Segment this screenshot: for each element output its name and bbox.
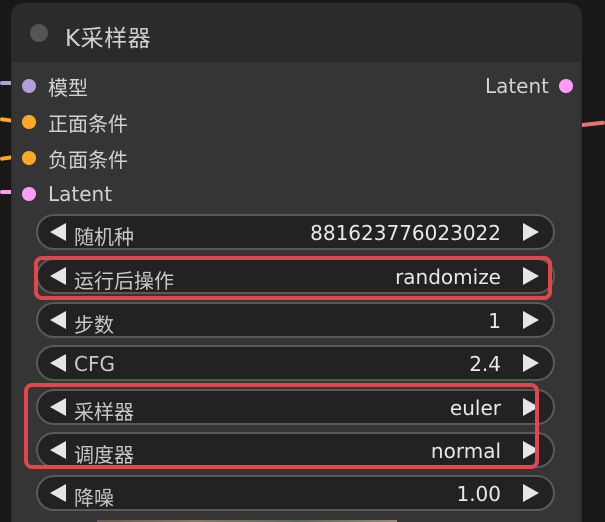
collapse-toggle[interactable] bbox=[30, 24, 48, 42]
widget-cfg[interactable]: CFG 2.4 bbox=[36, 345, 555, 381]
output-label-latent: Latent bbox=[484, 74, 549, 98]
widget-steps[interactable]: 步数 1 bbox=[36, 302, 555, 338]
increment-arrow-icon[interactable] bbox=[523, 223, 539, 241]
slot-dot-icon[interactable] bbox=[22, 79, 36, 93]
decrement-arrow-icon[interactable] bbox=[50, 311, 66, 329]
decrement-arrow-icon[interactable] bbox=[50, 354, 66, 372]
increment-arrow-icon[interactable] bbox=[523, 354, 539, 372]
input-label-negative: 负面条件 bbox=[48, 147, 128, 172]
node-title: K采样器 bbox=[65, 26, 152, 52]
widget-value[interactable]: 1 bbox=[488, 309, 501, 333]
input-label-latent: Latent bbox=[48, 182, 113, 206]
input-slot-negative[interactable]: 负面条件 bbox=[22, 143, 128, 173]
input-label-positive: 正面条件 bbox=[48, 111, 128, 136]
input-label-model: 模型 bbox=[48, 75, 88, 100]
decrement-arrow-icon[interactable] bbox=[50, 484, 66, 502]
input-slot-positive[interactable]: 正面条件 bbox=[22, 107, 128, 137]
widget-label: 随机种 bbox=[74, 225, 134, 249]
widget-label: 降噪 bbox=[74, 486, 114, 510]
increment-arrow-icon[interactable] bbox=[523, 311, 539, 329]
highlight-box-sampler-scheduler bbox=[24, 383, 539, 469]
widget-denoise[interactable]: 降噪 1.00 bbox=[36, 475, 555, 511]
input-slot-latent[interactable]: Latent bbox=[22, 179, 112, 209]
output-slot-latent[interactable]: Latent bbox=[485, 71, 573, 101]
slot-dot-icon[interactable] bbox=[22, 151, 36, 165]
slot-dot-icon[interactable] bbox=[559, 79, 573, 93]
widget-label: 步数 bbox=[74, 313, 114, 337]
increment-arrow-icon[interactable] bbox=[523, 484, 539, 502]
slot-dot-icon[interactable] bbox=[22, 115, 36, 129]
graph-canvas[interactable]: K采样器 模型 正面条件 负面条件 Latent Latent 随机种 8816… bbox=[0, 0, 605, 522]
slot-dot-icon[interactable] bbox=[22, 187, 36, 201]
input-slot-model[interactable]: 模型 bbox=[22, 71, 88, 101]
wire-latent-out bbox=[577, 120, 605, 128]
highlight-box-control bbox=[34, 256, 552, 300]
widget-value[interactable]: 2.4 bbox=[469, 352, 501, 376]
widget-label: CFG bbox=[74, 352, 115, 376]
widget-seed[interactable]: 随机种 881623776023022 bbox=[36, 214, 555, 250]
widget-value[interactable]: 1.00 bbox=[456, 482, 501, 506]
widget-value[interactable]: 881623776023022 bbox=[310, 221, 501, 245]
decrement-arrow-icon[interactable] bbox=[50, 223, 66, 241]
node-header[interactable]: K采样器 bbox=[12, 4, 581, 62]
